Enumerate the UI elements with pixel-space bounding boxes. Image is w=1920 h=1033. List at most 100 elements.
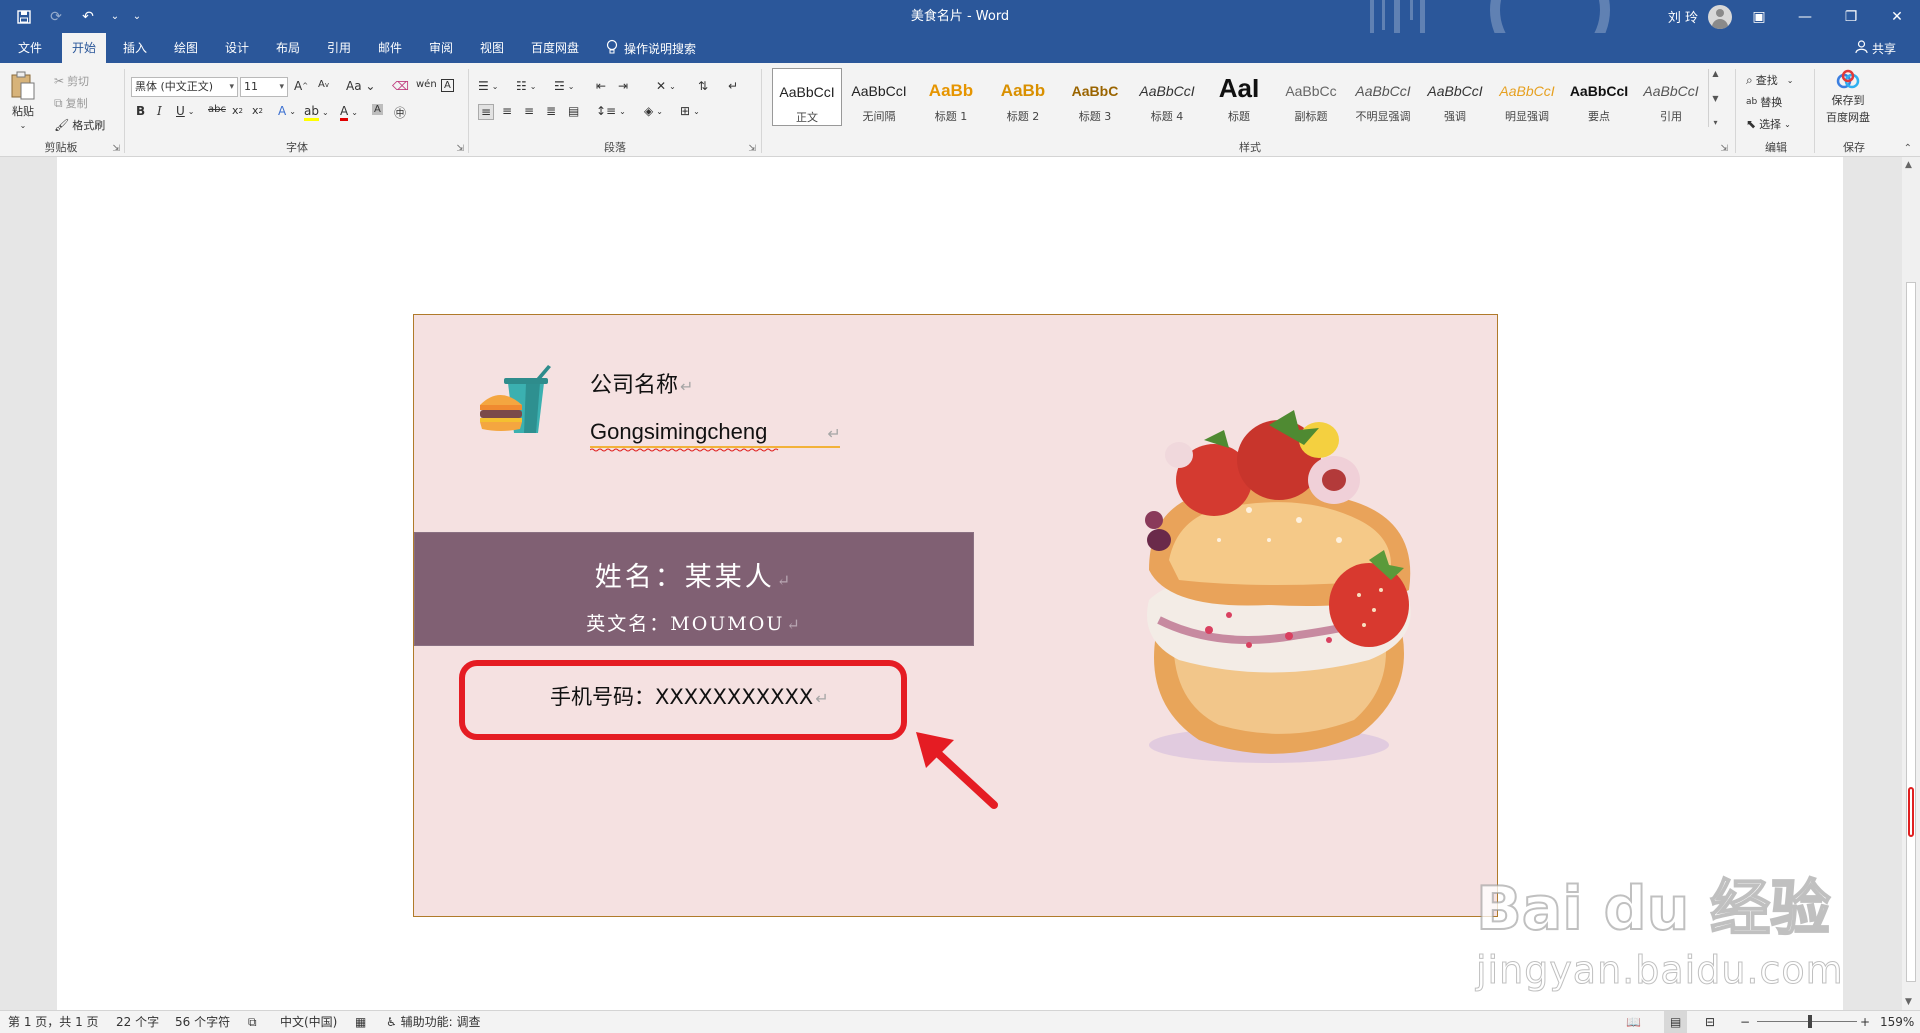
format-painter-label: 格式刷 — [72, 119, 106, 132]
align-left-button[interactable]: ≡ — [478, 104, 495, 120]
bold-icon: B — [136, 104, 146, 118]
zoom-in-icon[interactable]: + — [1860, 1011, 1870, 1033]
clipboard-launcher-icon[interactable]: ⇲ — [112, 144, 120, 154]
tab-review[interactable]: 审阅 — [419, 33, 463, 63]
accessibility[interactable]: ♿ 辅助功能: 调查 — [386, 1011, 480, 1033]
paragraph-mark: ↵ — [776, 571, 794, 590]
format-painter-button[interactable]: 🖌 格式刷 — [54, 117, 105, 133]
watermark-logo: Bai du 经验 — [1475, 873, 1831, 945]
cut-button[interactable]: ✂ 剪切 — [54, 73, 89, 89]
zoom-slider-thumb[interactable] — [1808, 1015, 1812, 1028]
strikethrough-button[interactable]: abc — [208, 104, 226, 115]
search-icon: ⌕ — [1746, 72, 1753, 87]
subscript-button[interactable]: x2 — [232, 104, 243, 117]
shrink-font-button[interactable]: Av — [318, 79, 329, 90]
multilevel-list-button[interactable]: ☲ ⌄ — [554, 79, 574, 93]
distributed-button[interactable]: ▤ — [568, 104, 579, 118]
font-size-combo[interactable]: 11 ▾ — [240, 77, 288, 97]
ribbon-display-options-icon[interactable]: ▣ — [1736, 0, 1782, 33]
paste-dropdown-icon[interactable]: ⌄ — [20, 121, 27, 130]
justify-button[interactable]: ≣ — [546, 104, 556, 118]
tab-mailings[interactable]: 邮件 — [368, 33, 412, 63]
scrollbar-thumb[interactable] — [1906, 282, 1916, 982]
grow-font-button[interactable]: A ^ — [294, 79, 308, 93]
align-center-button[interactable]: ≡ — [502, 104, 512, 118]
replace-button[interactable]: ab 替换 — [1746, 94, 1782, 110]
bold-button[interactable]: B — [136, 104, 145, 118]
show-marks-button[interactable]: ↵ — [728, 79, 738, 93]
styles-launcher-icon[interactable]: ⇲ — [1720, 144, 1728, 154]
zoom-level[interactable]: 159% — [1880, 1011, 1914, 1033]
page-count[interactable]: 第 1 页，共 1 页 — [8, 1011, 99, 1033]
font-name-combo[interactable]: 黑体 (中文正文) ▾ — [131, 77, 238, 97]
italic-button[interactable]: I — [157, 104, 162, 118]
borders-button[interactable]: ⊞ ⌄ — [680, 104, 700, 118]
sort-button[interactable]: ⇅ — [698, 79, 708, 93]
tab-home[interactable]: 开始 — [62, 33, 107, 63]
collapse-ribbon-icon[interactable]: ⌃ — [1904, 143, 1912, 154]
share-button[interactable]: 共享 — [1855, 33, 1896, 63]
business-card[interactable]: 公司名称 ↵ Gongsimingcheng ↵ 姓名：某某人 ↵ 英文名：MOUMO… — [413, 314, 1498, 917]
name-line[interactable]: 姓名：某某人 ↵ — [415, 555, 973, 594]
align-right-button[interactable]: ≡ — [524, 104, 534, 118]
find-button[interactable]: ⌕ 查找 ⌄ — [1746, 72, 1793, 88]
underline-button[interactable]: U ⌄ — [176, 104, 195, 118]
tell-me-search[interactable]: 操作说明搜索 — [606, 33, 696, 63]
restore-icon[interactable]: ❐ — [1828, 0, 1874, 33]
phonetic-guide-button[interactable]: wén — [416, 79, 437, 90]
save-to-netdisk-button[interactable]: 保存到 百度网盘 — [1826, 69, 1870, 125]
language[interactable]: 中文(中国) — [280, 1011, 337, 1033]
change-case-button[interactable]: Aa ⌄ — [346, 79, 375, 93]
tab-references[interactable]: 引用 — [317, 33, 361, 63]
scroll-down-icon[interactable]: ▼ — [1905, 997, 1912, 1007]
vertical-scrollbar[interactable]: ▲ ▼ — [1902, 157, 1920, 1010]
web-layout-icon[interactable]: ⊟ — [1705, 1011, 1715, 1033]
paragraph-group-label: 段落 — [604, 141, 626, 154]
english-name-line[interactable]: 英文名：MOUMOU ↵ — [415, 609, 973, 636]
char-count[interactable]: 56 个字符 — [175, 1011, 230, 1033]
text-effects-button[interactable]: A ⌄ — [278, 104, 296, 118]
decrease-indent-icon: ⇤ — [596, 79, 607, 93]
zoom-out-icon[interactable]: − — [1740, 1011, 1750, 1033]
copy-button[interactable]: ⧉ 复制 — [54, 95, 88, 111]
scroll-up-icon[interactable]: ▲ — [1905, 160, 1912, 170]
clear-formatting-button[interactable]: ⌫ — [392, 79, 409, 93]
tab-view[interactable]: 视图 — [470, 33, 514, 63]
minimize-icon[interactable]: — — [1782, 0, 1828, 33]
tab-insert[interactable]: 插入 — [113, 33, 157, 63]
increase-indent-button[interactable]: ⇥ — [618, 79, 628, 93]
avatar[interactable] — [1708, 4, 1732, 29]
word-count[interactable]: 22 个字 — [116, 1011, 159, 1033]
bullets-button[interactable]: ☰ ⌄ — [478, 79, 498, 93]
company-name[interactable]: 公司名称 ↵ — [590, 367, 693, 399]
highlight-button[interactable]: ab ⌄ — [304, 104, 329, 121]
decrease-indent-button[interactable]: ⇤ — [596, 79, 606, 93]
character-border-button[interactable]: A — [441, 79, 454, 92]
tab-baidu-netdisk[interactable]: 百度网盘 — [521, 33, 589, 63]
read-mode-icon[interactable]: 📖 — [1626, 1011, 1641, 1033]
print-layout-icon[interactable]: ▤ — [1664, 1011, 1688, 1033]
proofing-icon[interactable]: ⧉ — [248, 1011, 257, 1033]
zoom-slider[interactable] — [1757, 1021, 1857, 1022]
character-shading-button[interactable]: A — [372, 104, 383, 115]
chinese-layout-button[interactable]: ✕ ⌄ — [656, 79, 676, 93]
company-pinyin[interactable]: Gongsimingcheng ↵ — [590, 419, 841, 445]
paragraph-launcher-icon[interactable]: ⇲ — [748, 144, 756, 154]
tab-draw[interactable]: 绘图 — [164, 33, 208, 63]
close-icon[interactable]: ✕ — [1874, 0, 1920, 33]
tab-design[interactable]: 设计 — [215, 33, 259, 63]
enclose-characters-button[interactable]: ㊥ — [394, 104, 406, 121]
tab-layout[interactable]: 布局 — [266, 33, 310, 63]
font-launcher-icon[interactable]: ⇲ — [456, 144, 464, 154]
select-button[interactable]: ⬉ 选择 ⌄ — [1746, 116, 1791, 132]
name-band[interactable]: 姓名：某某人 ↵ 英文名：MOUMOU ↵ — [414, 532, 974, 646]
user-account[interactable]: 刘 玲 — [1668, 0, 1732, 33]
paste-button[interactable]: 粘贴 ⌄ — [10, 71, 36, 130]
macro-icon[interactable]: ▦ — [355, 1011, 366, 1033]
tab-file[interactable]: 文件 — [8, 33, 52, 63]
font-color-button[interactable]: A ⌄ — [340, 104, 358, 121]
numbering-button[interactable]: ☷ ⌄ — [516, 79, 536, 93]
superscript-button[interactable]: x2 — [252, 104, 263, 117]
line-spacing-button[interactable]: ↕≡ ⌄ — [596, 104, 626, 118]
shading-button[interactable]: ◈ ⌄ — [644, 104, 663, 118]
